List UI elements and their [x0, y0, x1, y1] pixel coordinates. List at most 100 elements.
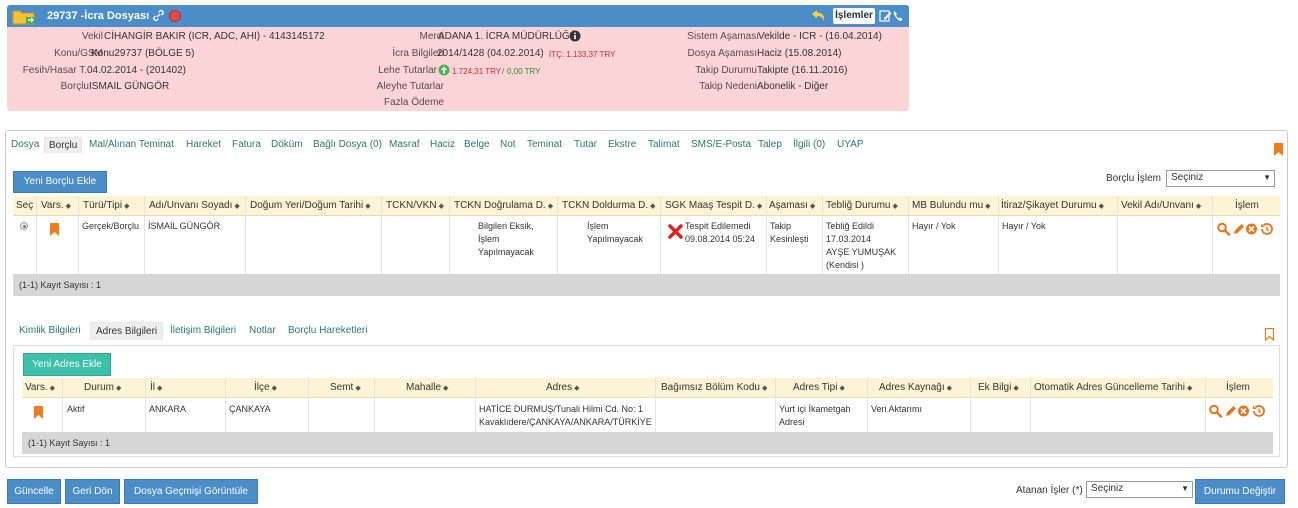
cell-adi: İSMAİL GÜNGÖR — [148, 221, 221, 231]
case-title: 29737 -İcra Dosyası — [47, 10, 150, 22]
tab-not[interactable]: Not — [500, 139, 516, 150]
col-ilce[interactable]: İlçe ◆ — [254, 382, 277, 393]
tab-fatura[interactable]: Fatura — [232, 139, 261, 150]
lehe-tutarlar-label: Lehe Tutarlar — [378, 65, 437, 76]
undo-arrow-icon[interactable] — [810, 8, 826, 23]
col-islem: İşlem — [1235, 200, 1259, 211]
subtab-adres[interactable]: Adres Bilgileri — [90, 322, 164, 340]
delete-icon[interactable] — [1238, 405, 1249, 417]
col-durum[interactable]: Durum ◆ — [84, 382, 121, 393]
col-adres[interactable]: Adres ◆ — [546, 382, 580, 393]
col-turu[interactable]: Türü/Tipi ◆ — [83, 200, 129, 211]
cell-il: ANKARA — [149, 404, 187, 414]
tab-tutar[interactable]: Tutar — [574, 139, 597, 150]
tab-sms-eposta[interactable]: SMS/E-Posta — [691, 139, 751, 150]
tab-ilgili[interactable]: İlgili (0) — [793, 139, 825, 150]
col-tckn-doldurma[interactable]: TCKN Doldurma D. ◆ — [562, 200, 656, 211]
guncelle-button[interactable]: Güncelle — [7, 479, 61, 504]
bookmark-outline-icon[interactable] — [1264, 328, 1275, 341]
col-ek-bilgi[interactable]: Ek Bilgi ◆ — [978, 382, 1019, 393]
col-vars[interactable]: Vars. ◆ — [25, 382, 55, 393]
info-icon[interactable] — [569, 30, 581, 42]
bookmark-icon[interactable] — [33, 406, 44, 419]
borclu-label: Borçlu — [60, 81, 89, 92]
subtab-notlar[interactable]: Notlar — [249, 325, 276, 336]
yeni-adres-ekle-button[interactable]: Yeni Adres Ekle — [23, 353, 111, 376]
tab-dosya[interactable]: Dosya — [11, 139, 39, 150]
subtab-borclu-hareketleri[interactable]: Borçlu Hareketleri — [288, 325, 367, 336]
tab-borclu[interactable]: Borçlu — [44, 137, 83, 153]
cell-teblig: Tebliğ Edildi 17.03.2014 AYŞE YUMUŞAK (Kend… — [826, 221, 897, 270]
col-vars[interactable]: Vars. ◆ — [41, 200, 71, 211]
col-il[interactable]: İl ◆ — [150, 382, 162, 393]
col-adres-kaynagi[interactable]: Adres Kaynağı ◆ — [879, 382, 952, 393]
col-itiraz[interactable]: İtiraz/Şikayet Durumu ◆ — [1001, 200, 1104, 211]
islemler-button[interactable]: İşlemler — [833, 8, 875, 24]
subtab-iletisim[interactable]: İletişim Bilgileri — [170, 325, 236, 336]
tab-masraf[interactable]: Masraf — [389, 139, 420, 150]
col-mb[interactable]: MB Bulundu mu ◆ — [912, 200, 991, 211]
col-vekil[interactable]: Vekil Adı/Unvanı ◆ — [1121, 200, 1201, 211]
tab-teminat[interactable]: Teminat — [527, 139, 562, 150]
tab-bagli-dosya[interactable]: Bağlı Dosya (0) — [313, 139, 382, 150]
col-tckn[interactable]: TCKN/VKN ◆ — [386, 200, 444, 211]
edit-phone-icon[interactable] — [879, 9, 905, 23]
takip-nedeni-label: Takip Nedeni — [699, 81, 757, 92]
tab-uyap[interactable]: UYAP — [837, 139, 864, 150]
col-tckn-dogrulama[interactable]: TCKN Doğrulama D. ◆ — [454, 200, 553, 211]
tab-belge[interactable]: Belge — [464, 139, 490, 150]
col-otomatik-guncelleme[interactable]: Otomatik Adres Güncelleme Tarihi ◆ — [1034, 382, 1192, 393]
tab-hareket[interactable]: Hareket — [186, 139, 221, 150]
chevron-down-icon: ▼ — [1263, 173, 1271, 182]
link-icon[interactable] — [152, 9, 165, 22]
borclu-table-header: Seç Vars. ◆ Türü/Tipi ◆ Adı/Unvanı Soyadı ◆… — [13, 196, 1280, 216]
col-mahalle[interactable]: Mahalle ◆ — [406, 382, 448, 393]
col-semt[interactable]: Semt ◆ — [330, 382, 361, 393]
atanan-isler-select[interactable]: Seçiniz ▼ — [1086, 481, 1193, 498]
aleyhe-tutarlar-label: Aleyhe Tutarlar — [376, 81, 444, 92]
up-arrow-icon — [438, 64, 450, 76]
col-adres-tipi[interactable]: Adres Tipi ◆ — [793, 382, 845, 393]
history-icon[interactable] — [1261, 223, 1273, 235]
cell-mb: Hayır / Yok — [912, 221, 956, 231]
col-sgk[interactable]: SGK Maaş Tespit D. ◆ — [665, 200, 762, 211]
dosya-gecmisi-button[interactable]: Dosya Geçmişi Görüntüle — [124, 479, 258, 504]
col-dogum[interactable]: Doğum Yeri/Doğum Tarihi ◆ — [250, 200, 371, 211]
col-teblig[interactable]: Tebliğ Durumu ◆ — [826, 200, 898, 211]
bookmark-icon[interactable] — [49, 223, 60, 236]
record-status-icon[interactable] — [169, 10, 181, 22]
search-icon[interactable] — [1209, 404, 1223, 418]
takip-durumu-label: Takip Durumu — [695, 65, 757, 76]
tab-talep[interactable]: Talep — [758, 139, 782, 150]
borclu-islem-selected: Seçiniz — [1171, 172, 1204, 183]
tab-haciz[interactable]: Haciz — [430, 139, 455, 150]
pencil-icon[interactable] — [1226, 406, 1236, 416]
case-title-bar: 29737 -İcra Dosyası İşlemler — [7, 5, 909, 27]
yeni-borclu-ekle-button[interactable]: Yeni Borçlu Ekle — [13, 171, 107, 193]
cell-adres: HATİCE DURMUŞ/Tunali Hilmi Cd. No: 1 Kava… — [479, 404, 652, 427]
tab-ekstre[interactable]: Ekstre — [608, 139, 636, 150]
cell-dogrulama: Bilgileri Eksik, İşlem Yapılmayacak — [478, 221, 534, 257]
col-asamasi[interactable]: Aşaması ◆ — [769, 200, 815, 211]
history-icon[interactable] — [1253, 405, 1265, 417]
bookmark-icon[interactable] — [1273, 143, 1284, 156]
sistem-asamasi-label: Sistem Aşaması — [687, 31, 759, 42]
dosya-asamasi-label: Dosya Aşaması — [687, 48, 757, 59]
delete-icon[interactable] — [1246, 223, 1257, 235]
icra-bilgileri-label: İcra Bilgileri — [392, 48, 444, 59]
search-icon[interactable] — [1217, 222, 1231, 236]
col-bagimsiz-bolum[interactable]: Bağımsız Bölüm Kodu ◆ — [661, 382, 767, 393]
geri-don-button[interactable]: Geri Dön — [65, 479, 120, 504]
borclu-islem-select[interactable]: Seçiniz ▼ — [1166, 170, 1275, 187]
tab-mal-alinan-teminat[interactable]: Mal/Alınan Teminat — [89, 139, 174, 150]
durumu-degistir-button[interactable]: Durumu Değiştir — [1195, 479, 1285, 504]
takip-nedeni-value: Abonelik - Diğer — [757, 81, 829, 92]
itc-amount: İTÇ: 1.133,37 TRY — [549, 50, 616, 59]
adres-record-count: (1-1) Kayıt Sayısı : 1 — [22, 432, 1273, 454]
col-adi[interactable]: Adı/Unvanı Soyadı ◆ — [149, 200, 240, 211]
subtab-kimlik[interactable]: Kimlik Bilgileri — [19, 325, 81, 336]
tab-talimat[interactable]: Talimat — [648, 139, 680, 150]
tab-dokum[interactable]: Döküm — [271, 139, 303, 150]
pencil-icon[interactable] — [1234, 224, 1244, 234]
row-select-radio[interactable] — [20, 222, 28, 230]
